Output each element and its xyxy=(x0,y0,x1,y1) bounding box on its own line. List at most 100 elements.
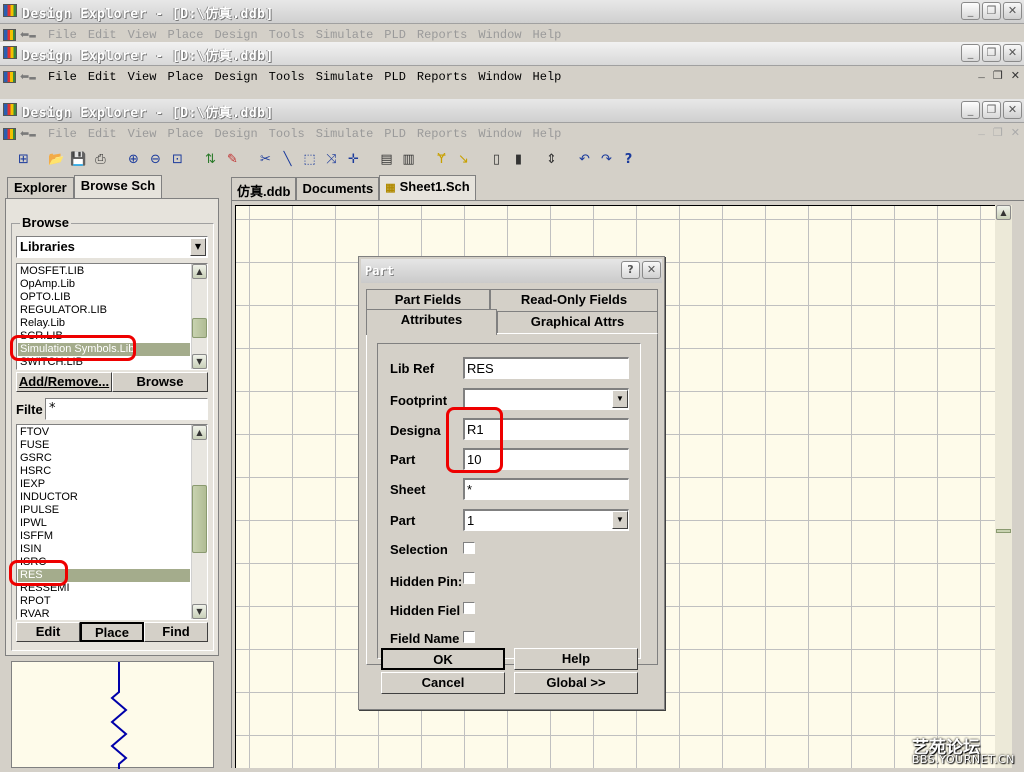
selection-checkbox[interactable] xyxy=(463,542,475,554)
menu-reports[interactable]: Reports xyxy=(417,70,467,84)
zoom-in-icon[interactable]: ⊕ xyxy=(124,150,143,169)
menu-place[interactable]: Place xyxy=(167,127,203,141)
menu-design[interactable]: Design xyxy=(214,70,257,84)
menu-place[interactable]: Place xyxy=(167,70,203,84)
sheet-scrollbar[interactable]: ▲ xyxy=(995,205,1012,768)
mdi-restore-icon[interactable]: ❐ xyxy=(993,69,1003,83)
tab-browse-sch[interactable]: Browse Sch xyxy=(73,175,163,198)
library-icon[interactable]: ▤ xyxy=(377,150,396,169)
mdi-minimize-icon[interactable]: _ xyxy=(978,126,985,140)
minimize-icon[interactable]: _ xyxy=(961,101,980,119)
mdi-close-icon[interactable]: ✕ xyxy=(1011,69,1020,83)
menu-tools[interactable]: Tools xyxy=(269,127,305,141)
zoom-out-icon[interactable]: ⊖ xyxy=(146,150,165,169)
minimize-icon[interactable]: _ xyxy=(961,44,980,62)
scroll-thumb[interactable] xyxy=(996,529,1011,533)
field-names-checkbox[interactable] xyxy=(463,631,475,643)
menu-simulate[interactable]: Simulate xyxy=(316,127,374,141)
chevron-down-icon[interactable]: ▼ xyxy=(612,390,628,408)
list-item[interactable]: IPWL xyxy=(18,517,190,530)
library-scrollbar[interactable]: ▲ ▼ xyxy=(191,264,207,369)
browse-button[interactable]: Browse xyxy=(112,372,208,392)
save-icon[interactable]: 💾 xyxy=(69,150,88,169)
scroll-down-icon[interactable]: ▼ xyxy=(192,604,207,619)
book-open-icon[interactable]: ▮ xyxy=(509,150,528,169)
menu-edit[interactable]: Edit xyxy=(88,70,117,84)
chevron-down-icon[interactable]: ▼ xyxy=(612,511,628,529)
list-item[interactable]: FTOV xyxy=(18,426,190,439)
menu-edit[interactable]: Edit xyxy=(88,127,117,141)
close-icon[interactable]: ✕ xyxy=(642,261,661,279)
highlight-icon[interactable]: ↘ xyxy=(454,150,473,169)
scroll-thumb[interactable] xyxy=(192,485,207,553)
menu-design[interactable]: Design xyxy=(214,127,257,141)
tab-sheet1[interactable]: ▦ Sheet1.Sch xyxy=(379,175,476,200)
hidden-fields-checkbox[interactable] xyxy=(463,602,475,614)
filter-input[interactable]: * xyxy=(45,398,208,420)
minimize-icon[interactable]: _ xyxy=(961,2,980,20)
help-icon[interactable]: ? xyxy=(621,261,640,279)
scroll-up-icon[interactable]: ▲ xyxy=(996,205,1011,220)
menu-tools[interactable]: Tools xyxy=(269,70,305,84)
scroll-thumb[interactable] xyxy=(192,318,207,338)
chevron-down-icon[interactable]: ▼ xyxy=(190,238,206,256)
list-item[interactable]: HSRC xyxy=(18,465,190,478)
list-item[interactable]: INDUCTOR xyxy=(18,491,190,504)
restore-icon[interactable]: ❐ xyxy=(982,101,1001,119)
lib-ref-input[interactable]: RES xyxy=(463,357,629,379)
edit-button[interactable]: Edit xyxy=(16,622,80,642)
global-button[interactable]: Global >> xyxy=(514,672,638,694)
list-item[interactable]: Relay.Lib xyxy=(18,317,190,330)
undo-icon[interactable]: ↶ xyxy=(575,150,594,169)
tab-graphical-attrs[interactable]: Graphical Attrs xyxy=(497,311,658,333)
probe-icon[interactable]: Ɏ xyxy=(432,150,451,169)
list-item[interactable]: ISFFM xyxy=(18,530,190,543)
cancel-button[interactable]: Cancel xyxy=(381,672,505,694)
zoom-fit-icon[interactable]: ⊡ xyxy=(168,150,187,169)
list-item[interactable]: ISIN xyxy=(18,543,190,556)
list-item[interactable]: OpAmp.Lib xyxy=(18,278,190,291)
align-icon[interactable]: ⇕ xyxy=(542,150,561,169)
restore-icon[interactable]: ❐ xyxy=(982,2,1001,20)
help-icon[interactable]: ? xyxy=(619,150,638,169)
menu-help[interactable]: Help xyxy=(533,127,562,141)
restore-icon[interactable]: ❐ xyxy=(982,44,1001,62)
menu-view[interactable]: View xyxy=(128,127,157,141)
design-manager-icon[interactable]: ⊞ xyxy=(14,150,33,169)
menu-window[interactable]: Window xyxy=(478,70,521,84)
part-number-select[interactable]: 1 ▼ xyxy=(463,509,629,531)
scroll-down-icon[interactable]: ▼ xyxy=(192,354,207,369)
redo-icon[interactable]: ↷ xyxy=(597,150,616,169)
mdi-close-icon[interactable]: ✕ xyxy=(1011,126,1020,140)
sheet-input[interactable]: * xyxy=(463,478,629,500)
tab-ddb[interactable]: 仿真.ddb xyxy=(231,177,297,200)
tab-explorer[interactable]: Explorer xyxy=(7,177,74,199)
menu-pld[interactable]: PLD xyxy=(384,127,406,141)
menu-view[interactable]: View xyxy=(128,70,157,84)
menu-simulate[interactable]: Simulate xyxy=(316,70,374,84)
hidden-pins-checkbox[interactable] xyxy=(463,572,475,584)
deselect-icon[interactable]: ⤨ xyxy=(322,150,341,169)
move-icon[interactable]: ✛ xyxy=(344,150,363,169)
tab-part-fields[interactable]: Part Fields xyxy=(366,289,490,311)
browse-library-icon[interactable]: ▥ xyxy=(399,150,418,169)
list-item[interactable]: FUSE xyxy=(18,439,190,452)
ok-button[interactable]: OK xyxy=(381,648,505,670)
list-item[interactable]: REGULATOR.LIB xyxy=(18,304,190,317)
wire-icon[interactable]: ╲ xyxy=(278,150,297,169)
menu-file[interactable]: File xyxy=(48,70,77,84)
list-item[interactable]: RPOT xyxy=(18,595,190,608)
add-remove-button[interactable]: Add/Remove... xyxy=(16,372,112,392)
component-scrollbar[interactable]: ▲ ▼ xyxy=(191,425,207,619)
list-item[interactable]: MOSFET.LIB xyxy=(18,265,190,278)
scroll-up-icon[interactable]: ▲ xyxy=(192,264,207,279)
cross-probe-icon[interactable]: ✎ xyxy=(223,150,242,169)
menu-reports[interactable]: Reports xyxy=(417,127,467,141)
select-area-icon[interactable]: ⬚ xyxy=(300,150,319,169)
tab-attributes[interactable]: Attributes xyxy=(366,309,497,335)
book-icon[interactable]: ▯ xyxy=(487,150,506,169)
tab-read-only-fields[interactable]: Read-Only Fields xyxy=(490,289,658,311)
menu-help[interactable]: Help xyxy=(533,70,562,84)
menu-window[interactable]: Window xyxy=(478,127,521,141)
list-item[interactable]: OPTO.LIB xyxy=(18,291,190,304)
